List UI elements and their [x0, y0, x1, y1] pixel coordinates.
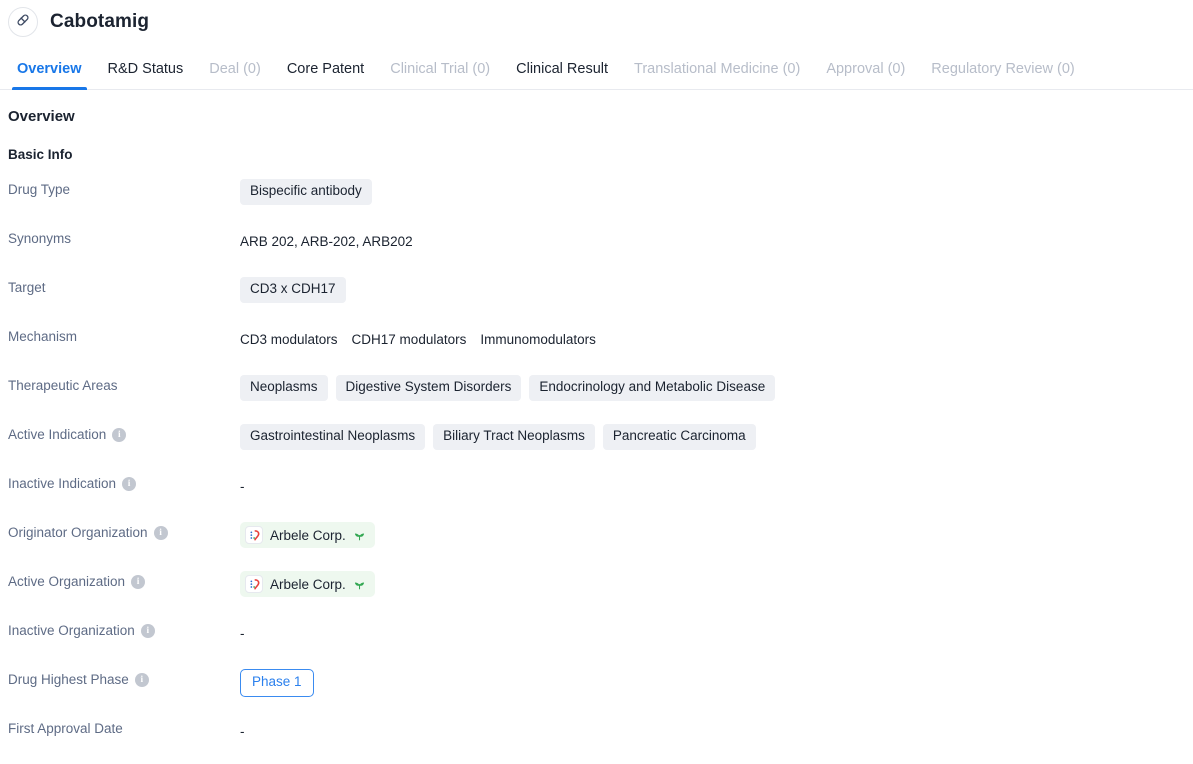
- row-label-text: Inactive Indication: [8, 476, 117, 491]
- arbele-logo-icon: [245, 575, 263, 593]
- info-icon[interactable]: i: [122, 476, 137, 491]
- status-badge-phase[interactable]: Phase 1: [240, 669, 314, 697]
- empty-placeholder: -: [240, 478, 245, 494]
- row-active-organization: Active Organization i Arbele Corp.: [8, 568, 1193, 617]
- tab-rd-status[interactable]: R&D Status: [95, 61, 197, 90]
- tag-drug-type[interactable]: Bispecific antibody: [240, 179, 372, 205]
- green-sprout-icon: [353, 529, 366, 542]
- tab-overview[interactable]: Overview: [4, 61, 95, 90]
- tab-core-patent[interactable]: Core Patent: [274, 61, 377, 90]
- mechanism-list: CD3 modulators CDH17 modulators Immunomo…: [240, 328, 596, 347]
- info-icon[interactable]: i: [134, 672, 149, 687]
- row-target: Target CD3 x CDH17: [8, 274, 1193, 323]
- tab-translational-medicine[interactable]: Translational Medicine (0): [621, 61, 813, 90]
- tag-active-indication[interactable]: Gastrointestinal Neoplasms: [240, 424, 426, 450]
- empty-placeholder: -: [240, 625, 245, 641]
- info-icon[interactable]: i: [131, 574, 146, 589]
- tag-target[interactable]: CD3 x CDH17: [240, 277, 346, 303]
- mechanism-item[interactable]: Immunomodulators: [480, 332, 596, 347]
- row-value-originator-organization: Arbele Corp.: [240, 519, 1193, 548]
- row-value-inactive-indication: -: [240, 470, 1193, 496]
- org-chip-active[interactable]: Arbele Corp.: [240, 571, 375, 597]
- row-value-first-approval-date: -: [240, 715, 1193, 741]
- row-label-synonyms: Synonyms: [8, 225, 240, 246]
- row-value-target: CD3 x CDH17: [240, 274, 1193, 303]
- org-name: Arbele Corp.: [270, 576, 346, 592]
- tab-regulatory-review[interactable]: Regulatory Review (0): [918, 61, 1087, 90]
- row-first-approval-date: First Approval Date -: [8, 715, 1193, 764]
- row-value-active-indication: Gastrointestinal Neoplasms Biliary Tract…: [240, 421, 1193, 450]
- row-label-inactive-indication: Inactive Indication i: [8, 470, 240, 491]
- row-label-active-indication: Active Indication i: [8, 421, 240, 442]
- row-inactive-organization: Inactive Organization i -: [8, 617, 1193, 666]
- synonyms-text: ARB 202, ARB-202, ARB202: [240, 233, 413, 249]
- row-label-first-approval-date: First Approval Date: [8, 715, 240, 736]
- page-title: Cabotamig: [50, 11, 150, 32]
- empty-placeholder: -: [240, 723, 245, 739]
- row-drug-type: Drug Type Bispecific antibody: [8, 176, 1193, 225]
- tab-deal[interactable]: Deal (0): [196, 61, 274, 90]
- page-header: Cabotamig: [0, 0, 1193, 44]
- section-title-overview: Overview: [8, 108, 75, 125]
- row-label-target: Target: [8, 274, 240, 295]
- subsection-title-basic-info: Basic Info: [8, 147, 73, 162]
- row-label-therapeutic-areas: Therapeutic Areas: [8, 372, 240, 393]
- row-synonyms: Synonyms ARB 202, ARB-202, ARB202: [8, 225, 1193, 274]
- row-label-drug-type: Drug Type: [8, 176, 240, 197]
- tab-approval[interactable]: Approval (0): [813, 61, 918, 90]
- tag-therapeutic-area[interactable]: Digestive System Disorders: [335, 375, 522, 401]
- row-label-text: Target: [8, 280, 46, 295]
- tag-active-indication[interactable]: Pancreatic Carcinoma: [602, 424, 756, 450]
- arbele-logo-icon: [245, 526, 263, 544]
- row-label-text: Active Indication: [8, 427, 107, 442]
- row-inactive-indication: Inactive Indication i -: [8, 470, 1193, 519]
- tab-bar: Overview R&D Status Deal (0) Core Patent…: [0, 44, 1193, 90]
- info-icon[interactable]: i: [153, 525, 168, 540]
- mechanism-item[interactable]: CDH17 modulators: [352, 332, 467, 347]
- row-label-text: Drug Type: [8, 182, 71, 197]
- row-label-text: Inactive Organization: [8, 623, 135, 638]
- row-label-inactive-organization: Inactive Organization i: [8, 617, 240, 638]
- row-label-mechanism: Mechanism: [8, 323, 240, 344]
- row-label-text: First Approval Date: [8, 721, 123, 736]
- row-label-text: Therapeutic Areas: [8, 378, 118, 393]
- row-originator-organization: Originator Organization i Arbele Corp.: [8, 519, 1193, 568]
- tag-therapeutic-area[interactable]: Neoplasms: [240, 375, 328, 401]
- mechanism-item[interactable]: CD3 modulators: [240, 332, 338, 347]
- row-label-originator-organization: Originator Organization i: [8, 519, 240, 540]
- row-value-active-organization: Arbele Corp.: [240, 568, 1193, 597]
- row-label-text: Active Organization: [8, 574, 126, 589]
- row-value-mechanism: CD3 modulators CDH17 modulators Immunomo…: [240, 323, 1193, 349]
- drug-avatar: [8, 7, 38, 37]
- info-icon[interactable]: i: [140, 623, 155, 638]
- row-label-active-organization: Active Organization i: [8, 568, 240, 589]
- pill-capsule-icon: [15, 12, 31, 33]
- overview-panel: Overview Basic Info Drug Type Bispecific…: [0, 90, 1193, 764]
- tag-active-indication[interactable]: Biliary Tract Neoplasms: [433, 424, 595, 450]
- row-value-synonyms: ARB 202, ARB-202, ARB202: [240, 225, 1193, 251]
- row-mechanism: Mechanism CD3 modulators CDH17 modulator…: [8, 323, 1193, 372]
- row-value-therapeutic-areas: Neoplasms Digestive System Disorders End…: [240, 372, 1193, 401]
- row-label-text: Mechanism: [8, 329, 78, 344]
- tag-therapeutic-area[interactable]: Endocrinology and Metabolic Disease: [529, 375, 776, 401]
- row-label-text: Synonyms: [8, 231, 72, 246]
- row-value-drug-highest-phase: Phase 1: [240, 666, 1193, 697]
- row-therapeutic-areas: Therapeutic Areas Neoplasms Digestive Sy…: [8, 372, 1193, 421]
- row-value-inactive-organization: -: [240, 617, 1193, 643]
- row-label-drug-highest-phase: Drug Highest Phase i: [8, 666, 240, 687]
- tab-clinical-result[interactable]: Clinical Result: [503, 61, 621, 90]
- org-name: Arbele Corp.: [270, 527, 346, 543]
- org-chip-originator[interactable]: Arbele Corp.: [240, 522, 375, 548]
- row-value-drug-type: Bispecific antibody: [240, 176, 1193, 205]
- row-label-text: Drug Highest Phase: [8, 672, 129, 687]
- info-icon[interactable]: i: [112, 427, 127, 442]
- row-label-text: Originator Organization: [8, 525, 148, 540]
- tab-clinical-trial[interactable]: Clinical Trial (0): [377, 61, 503, 90]
- green-sprout-icon: [353, 578, 366, 591]
- row-drug-highest-phase: Drug Highest Phase i Phase 1: [8, 666, 1193, 715]
- row-active-indication: Active Indication i Gastrointestinal Neo…: [8, 421, 1193, 470]
